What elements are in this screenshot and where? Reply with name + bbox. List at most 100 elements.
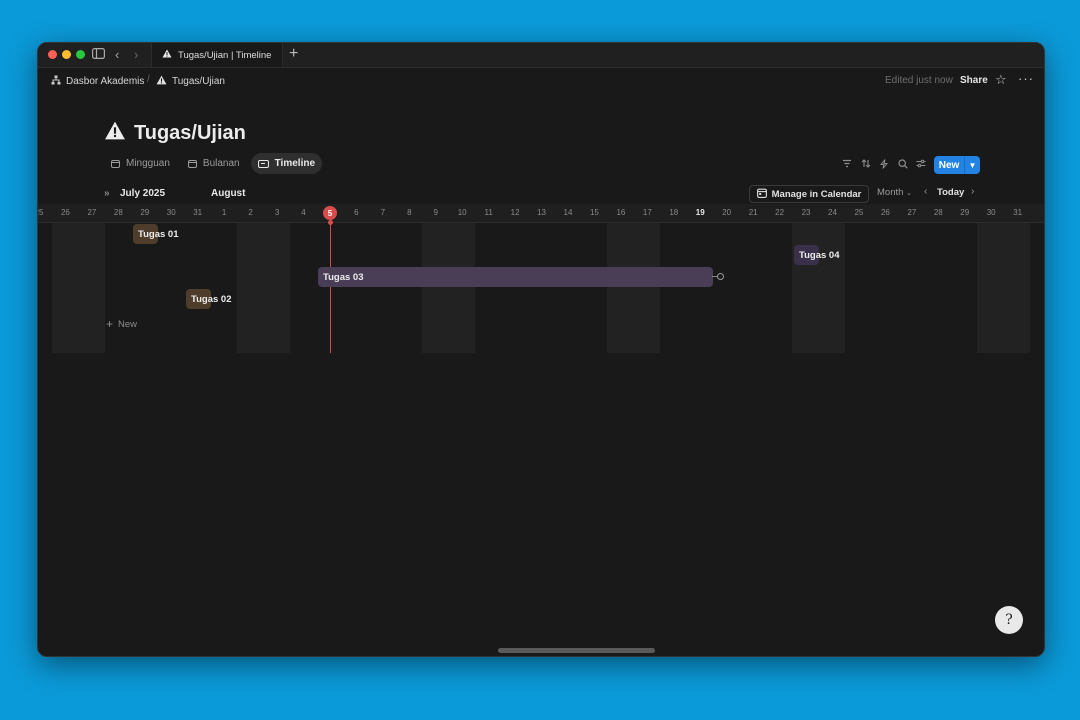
calendar-icon bbox=[111, 159, 120, 168]
day-label: 31 bbox=[1013, 208, 1023, 217]
sort-icon[interactable] bbox=[861, 159, 871, 171]
tab-mingguan[interactable]: Mingguan bbox=[104, 153, 177, 174]
day-label: 26 bbox=[60, 208, 70, 217]
sitemap-icon bbox=[51, 75, 61, 88]
weekend-column bbox=[977, 223, 1030, 353]
day-label: 21 bbox=[748, 208, 758, 217]
warning-icon bbox=[104, 121, 126, 146]
sidebar-toggle-icon[interactable] bbox=[92, 46, 106, 64]
day-label: 1 bbox=[221, 208, 227, 217]
task-card-tugas-04[interactable]: Tugas 04 bbox=[794, 245, 839, 265]
star-icon[interactable]: ☆ bbox=[995, 72, 1007, 88]
scale-dropdown[interactable]: Month ⌄ bbox=[877, 187, 912, 198]
browser-tab[interactable]: Tugas/Ujian | Timeline bbox=[151, 43, 283, 67]
day-label: 9 bbox=[433, 208, 438, 217]
warning-icon bbox=[162, 49, 172, 61]
new-tab-icon[interactable]: + bbox=[289, 44, 298, 64]
page-title: Tugas/Ujian bbox=[104, 121, 246, 146]
maximize-window-button[interactable] bbox=[76, 50, 85, 59]
day-label: 26 bbox=[880, 208, 890, 217]
tab-timeline[interactable]: Timeline bbox=[250, 153, 323, 174]
breadcrumb-item-tugas[interactable]: Tugas/Ujian bbox=[156, 75, 225, 88]
month-label-july: July 2025 bbox=[120, 188, 166, 199]
day-label: 15 bbox=[589, 208, 599, 217]
next-arrow-icon[interactable]: › bbox=[971, 186, 974, 197]
weekend-column bbox=[422, 223, 475, 353]
day-label: 23 bbox=[801, 208, 811, 217]
scale-label: Month bbox=[877, 187, 904, 198]
previous-arrow-icon[interactable]: ‹ bbox=[924, 186, 927, 197]
day-label: 31 bbox=[193, 208, 203, 217]
timeline-day-header: 2526272829303112345678910111213141516171… bbox=[38, 204, 1044, 223]
view-tabs: Mingguan Bulanan Timeline bbox=[104, 153, 323, 175]
today-button[interactable]: Today bbox=[937, 187, 964, 198]
add-new-label: New bbox=[118, 318, 138, 330]
warning-icon bbox=[156, 75, 167, 88]
day-label: 22 bbox=[775, 208, 785, 217]
day-label: 11 bbox=[484, 208, 493, 217]
settings-sliders-icon[interactable] bbox=[916, 159, 926, 171]
day-label: 3 bbox=[274, 208, 280, 217]
day-label: 4 bbox=[301, 208, 306, 217]
task-card-tugas-01[interactable]: Tugas 01 bbox=[133, 224, 178, 244]
breadcrumb-item-dasbor[interactable]: Dasbor Akademis bbox=[51, 75, 144, 88]
day-label: 14 bbox=[563, 208, 573, 217]
more-options-icon[interactable]: ··· bbox=[1018, 71, 1034, 86]
dependency-handle[interactable] bbox=[717, 273, 724, 280]
task-label: Tugas 01 bbox=[138, 228, 179, 240]
day-label: 27 bbox=[87, 208, 97, 217]
tab-label: Mingguan bbox=[126, 158, 170, 169]
month-label-august: August bbox=[211, 188, 246, 199]
close-window-button[interactable] bbox=[48, 50, 57, 59]
new-button[interactable]: New ▼ bbox=[934, 156, 980, 174]
add-new-row-button[interactable]: + New bbox=[106, 317, 137, 331]
weekend-column bbox=[792, 223, 845, 353]
day-label: 13 bbox=[537, 208, 546, 217]
today-line bbox=[330, 221, 331, 353]
weekend-column bbox=[607, 223, 660, 353]
manage-in-calendar-button[interactable]: Manage in Calendar bbox=[749, 185, 869, 203]
task-label: Tugas 04 bbox=[799, 249, 840, 261]
chevron-down-icon[interactable]: ▼ bbox=[964, 156, 980, 174]
filter-icon[interactable] bbox=[842, 159, 852, 171]
calendar-icon bbox=[187, 159, 197, 168]
plus-icon: + bbox=[106, 317, 114, 331]
task-card-tugas-02[interactable]: Tugas 02 bbox=[186, 289, 231, 309]
day-label: 10 bbox=[457, 208, 467, 217]
task-bar-tugas-03[interactable]: Tugas 03 bbox=[318, 267, 713, 287]
horizontal-scrollbar[interactable] bbox=[498, 648, 655, 653]
task-label: Tugas 02 bbox=[191, 293, 232, 305]
day-label: 20 bbox=[722, 208, 732, 217]
day-label: 6 bbox=[354, 208, 359, 217]
page-title-text: Tugas/Ujian bbox=[134, 122, 246, 144]
day-label: 30 bbox=[166, 208, 176, 217]
app-window: ‹ › Tugas/Ujian | Timeline + Dasbor Akad… bbox=[37, 42, 1045, 657]
today-day-badge: 5 bbox=[323, 206, 337, 220]
day-label: 12 bbox=[510, 208, 520, 217]
calendar-icon bbox=[756, 188, 767, 201]
forward-arrow-icon[interactable]: › bbox=[134, 46, 138, 64]
new-button-label: New bbox=[938, 159, 960, 171]
tab-bulanan[interactable]: Bulanan bbox=[181, 153, 247, 174]
breadcrumb-label: Dasbor Akademis bbox=[66, 76, 145, 87]
day-label: 25 bbox=[854, 208, 864, 217]
day-label: 17 bbox=[642, 208, 652, 217]
day-label: 29 bbox=[140, 208, 150, 217]
share-button[interactable]: Share bbox=[960, 75, 988, 86]
day-label: 19 bbox=[695, 208, 705, 217]
lightning-icon[interactable] bbox=[879, 159, 889, 172]
day-label: 8 bbox=[407, 208, 412, 217]
search-icon[interactable] bbox=[898, 159, 908, 172]
help-button[interactable]: ? bbox=[995, 606, 1023, 634]
tab-label: Timeline bbox=[274, 158, 316, 169]
back-arrow-icon[interactable]: ‹ bbox=[115, 46, 119, 64]
minimize-window-button[interactable] bbox=[62, 50, 71, 59]
tab-label: Bulanan bbox=[202, 158, 240, 169]
edited-status: Edited just now bbox=[885, 75, 953, 86]
day-label: 18 bbox=[669, 208, 679, 217]
day-label: 28 bbox=[113, 208, 123, 217]
collapse-sidebar-icon[interactable]: » bbox=[104, 188, 110, 199]
browser-titlebar: ‹ › Tugas/Ujian | Timeline + bbox=[38, 43, 1044, 68]
day-label: 30 bbox=[986, 208, 996, 217]
page-topbar: Dasbor Akademis / Tugas/Ujian Edited jus… bbox=[38, 68, 1044, 94]
